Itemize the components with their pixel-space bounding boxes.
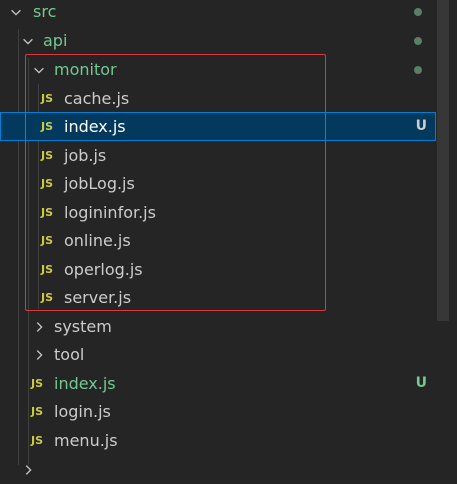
file-label: index.js: [54, 374, 116, 393]
folder-row-system[interactable]: system: [0, 312, 436, 341]
chevron-down-icon: [20, 33, 36, 49]
chevron-right-icon: [20, 462, 36, 478]
file-label: operlog.js: [64, 260, 143, 279]
file-label: server.js: [64, 288, 132, 307]
file-row[interactable]: JS server.js: [0, 283, 436, 312]
javascript-file-icon: JS: [41, 263, 54, 276]
file-label: cache.js: [64, 89, 130, 108]
file-row[interactable]: JS jobLog.js: [0, 169, 436, 198]
file-label: index.js: [64, 117, 126, 136]
folder-label-src: src: [33, 2, 57, 21]
file-row[interactable]: JS job.js: [0, 141, 436, 170]
file-explorer-tree: src api monitor JS cache.js JS index.js …: [0, 0, 457, 475]
file-row-selected[interactable]: JS index.js U: [0, 112, 436, 141]
chevron-down-icon: [8, 4, 24, 20]
file-row[interactable]: JS cache.js: [0, 84, 436, 113]
file-row[interactable]: JS operlog.js: [0, 255, 436, 284]
folder-label-tool: tool: [54, 345, 85, 364]
folder-row-api[interactable]: api: [0, 26, 436, 55]
file-row[interactable]: JS index.js U: [0, 369, 436, 398]
chevron-down-icon: [31, 62, 47, 78]
folder-row-src[interactable]: src: [0, 0, 436, 26]
javascript-file-icon: JS: [41, 177, 54, 190]
folder-label-api: api: [43, 31, 68, 50]
file-label: online.js: [64, 231, 131, 250]
folder-label-monitor: monitor: [54, 60, 117, 79]
file-label: jobLog.js: [64, 174, 135, 193]
javascript-file-icon: JS: [31, 377, 44, 390]
javascript-file-icon: JS: [41, 149, 54, 162]
javascript-file-icon: JS: [31, 405, 44, 418]
folder-row-tool[interactable]: tool: [0, 340, 436, 369]
folder-label-system: system: [54, 317, 112, 336]
untracked-status-badge: U: [415, 375, 427, 391]
file-row[interactable]: JS menu.js: [0, 426, 436, 455]
file-label: job.js: [64, 146, 107, 165]
file-label: logininfor.js: [64, 203, 156, 222]
vertical-scrollbar[interactable]: [437, 0, 449, 321]
untracked-status-badge: U: [415, 118, 427, 134]
file-label: login.js: [54, 402, 111, 421]
modified-dot-icon: [414, 36, 422, 45]
javascript-file-icon: JS: [41, 291, 54, 304]
javascript-file-icon: JS: [41, 206, 54, 219]
javascript-file-icon: JS: [41, 92, 54, 105]
modified-dot-icon: [414, 7, 422, 16]
file-label: menu.js: [54, 431, 118, 450]
modified-dot-icon: [414, 65, 422, 74]
javascript-file-icon: JS: [41, 234, 54, 247]
chevron-right-icon: [31, 319, 47, 335]
file-row[interactable]: JS online.js: [0, 226, 436, 255]
javascript-file-icon: JS: [41, 120, 54, 133]
javascript-file-icon: JS: [31, 434, 44, 447]
file-row[interactable]: JS login.js: [0, 397, 436, 426]
file-row[interactable]: JS logininfor.js: [0, 198, 436, 227]
folder-row-partial[interactable]: [0, 455, 436, 484]
folder-row-monitor[interactable]: monitor: [0, 55, 436, 84]
chevron-right-icon: [31, 347, 47, 363]
